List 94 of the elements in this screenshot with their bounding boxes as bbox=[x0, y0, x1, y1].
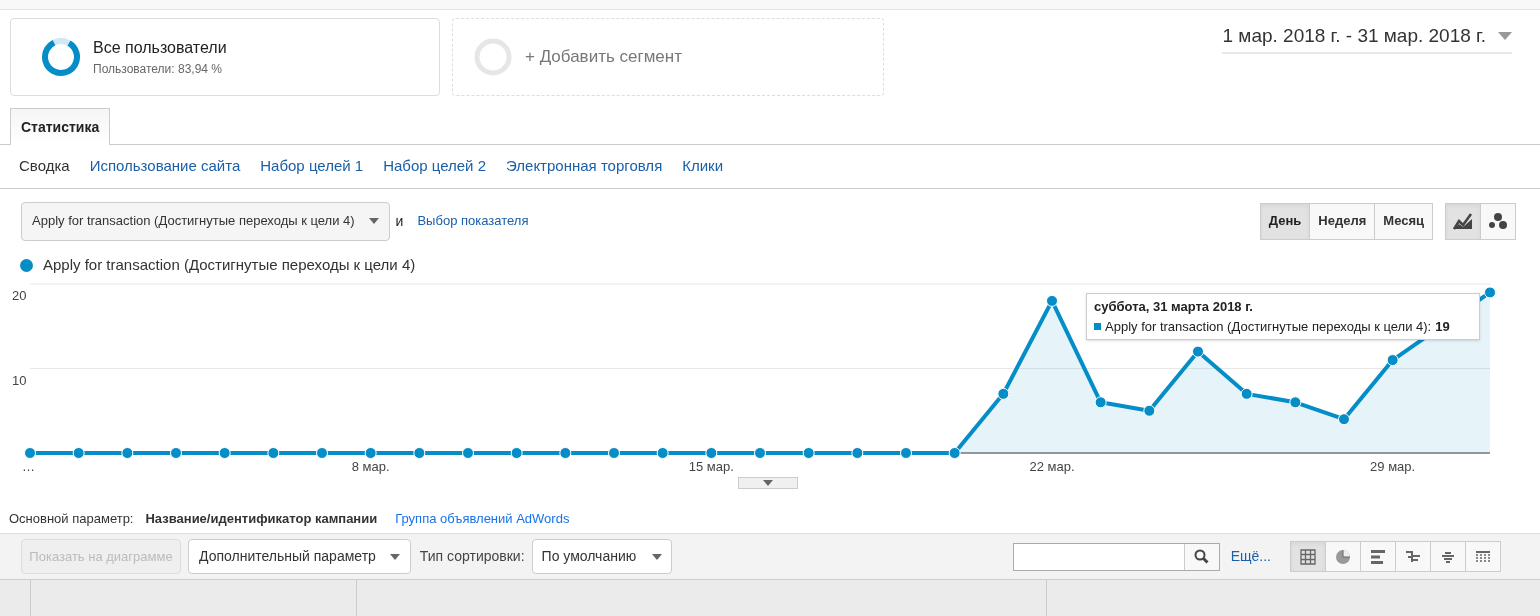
caret-icon bbox=[368, 218, 379, 224]
view-button[interactable] bbox=[1360, 541, 1396, 572]
period-button[interactable]: День bbox=[1259, 202, 1311, 240]
tooltip-title: суббота, 31 марта 2018 г. bbox=[1094, 298, 1254, 316]
report-link[interactable]: Набор целей 2 bbox=[383, 155, 486, 178]
data-point bbox=[510, 447, 523, 459]
ring-chart-icon bbox=[41, 37, 81, 77]
sort-dropdown[interactable]: По умолчанию bbox=[531, 539, 673, 574]
segment-card[interactable]: Все пользователи Пользователи: 83,94 % bbox=[10, 18, 440, 96]
chart-type-button[interactable] bbox=[1480, 202, 1516, 240]
series-marker bbox=[1094, 322, 1101, 330]
report-link[interactable]: Использование сайта bbox=[89, 155, 241, 178]
data-point bbox=[851, 447, 864, 459]
segment-title: Все пользователи bbox=[93, 38, 227, 58]
add-segment-card[interactable]: + Добавить сегмент bbox=[452, 18, 884, 96]
secondary-dimension-dropdown[interactable]: Дополнительный параметр bbox=[188, 539, 411, 574]
data-point bbox=[705, 447, 718, 459]
pie-chart-icon bbox=[1335, 548, 1351, 565]
bar-chart-icon bbox=[1370, 548, 1386, 565]
date-range-picker[interactable]: 1 мар. 2018 г. - 31 мар. 2018 г. bbox=[1222, 22, 1512, 54]
search-button[interactable] bbox=[1183, 543, 1219, 570]
period-button[interactable]: Месяц bbox=[1374, 202, 1433, 240]
ring-icon bbox=[473, 37, 513, 77]
caret-icon bbox=[763, 480, 773, 486]
data-point bbox=[948, 447, 961, 459]
metric-dropdown[interactable]: Apply for transaction (Достигнутые переходы к цели 4) bbox=[21, 201, 390, 241]
data-point bbox=[1338, 413, 1350, 426]
grid-icon bbox=[1300, 548, 1316, 565]
x-axis-label: 29 мар. bbox=[1370, 459, 1416, 474]
view-button[interactable] bbox=[1465, 541, 1501, 572]
data-point bbox=[559, 447, 572, 459]
data-point bbox=[997, 387, 1010, 400]
data-point bbox=[1192, 345, 1204, 358]
data-point bbox=[802, 447, 815, 459]
data-point bbox=[900, 447, 912, 459]
search-icon bbox=[1194, 549, 1210, 564]
caret-icon bbox=[1498, 32, 1512, 41]
comparison-icon bbox=[1405, 548, 1421, 565]
y-axis-label: 20 bbox=[12, 288, 27, 303]
period-button[interactable]: Неделя bbox=[1309, 202, 1376, 240]
dimension-option[interactable]: Название/идентификатор кампании bbox=[145, 509, 378, 529]
data-point bbox=[1484, 286, 1496, 299]
x-axis-label: … bbox=[22, 459, 35, 474]
search-field[interactable] bbox=[1012, 542, 1220, 571]
bubbles-icon bbox=[1488, 212, 1508, 230]
report-link[interactable]: Набор целей 1 bbox=[260, 155, 364, 178]
add-segment-label: + Добавить сегмент bbox=[525, 46, 682, 69]
data-point bbox=[1046, 294, 1058, 307]
data-point bbox=[218, 447, 231, 459]
caret-icon bbox=[389, 553, 400, 560]
chart-type-button[interactable] bbox=[1445, 202, 1481, 240]
data-point bbox=[121, 447, 134, 459]
sort-label: Тип сортировки: bbox=[419, 547, 525, 566]
conjunction-text: и bbox=[395, 211, 404, 231]
y-axis-label: 10 bbox=[12, 372, 27, 388]
data-point bbox=[754, 447, 766, 459]
data-point bbox=[462, 447, 474, 459]
segment-subtitle: Пользователи: 83,94 % bbox=[93, 61, 224, 78]
view-button[interactable] bbox=[1325, 541, 1361, 572]
data-point bbox=[72, 447, 85, 459]
data-point bbox=[1386, 354, 1399, 367]
more-link[interactable]: Ещё... bbox=[1230, 546, 1271, 567]
x-axis-label: 8 мар. bbox=[351, 459, 390, 474]
collapse-handle[interactable] bbox=[738, 477, 798, 489]
report-link[interactable]: Сводка bbox=[19, 155, 70, 178]
tooltip-value: 19 bbox=[1435, 317, 1450, 336]
data-point bbox=[1143, 404, 1156, 417]
view-button[interactable] bbox=[1290, 541, 1326, 572]
report-link[interactable]: Клики bbox=[682, 155, 724, 178]
x-axis-label: 15 мар. bbox=[688, 459, 734, 474]
x-axis-label: 22 мар. bbox=[1029, 459, 1075, 474]
data-point bbox=[24, 447, 36, 459]
caret-icon bbox=[652, 553, 663, 560]
data-point bbox=[413, 447, 426, 459]
tooltip-label: Apply for transaction (Достигнутые переходы к цели 4): bbox=[1105, 317, 1432, 336]
view-button[interactable] bbox=[1395, 541, 1431, 572]
data-point bbox=[170, 447, 182, 459]
tab[interactable]: Статистика bbox=[10, 108, 111, 145]
data-point bbox=[316, 447, 328, 459]
dimension-option[interactable]: Группа объявлений AdWords bbox=[395, 509, 570, 529]
data-point bbox=[656, 447, 669, 459]
view-button[interactable] bbox=[1430, 541, 1466, 572]
line-chart-icon bbox=[1453, 212, 1473, 230]
data-point bbox=[1094, 396, 1107, 409]
primary-dimension-label: Основной параметр: bbox=[9, 510, 134, 529]
pivot-icon bbox=[1475, 548, 1491, 565]
report-link[interactable]: Электронная торговля bbox=[506, 155, 663, 178]
data-point bbox=[1289, 396, 1302, 409]
data-point bbox=[267, 447, 280, 459]
data-point bbox=[1240, 387, 1253, 400]
data-point bbox=[608, 447, 620, 459]
legend-label: Apply for transaction (Достигнутые переходы к цели 4) bbox=[43, 254, 416, 275]
metric-link[interactable]: Выбор показателя bbox=[417, 211, 529, 231]
data-point bbox=[364, 447, 377, 459]
